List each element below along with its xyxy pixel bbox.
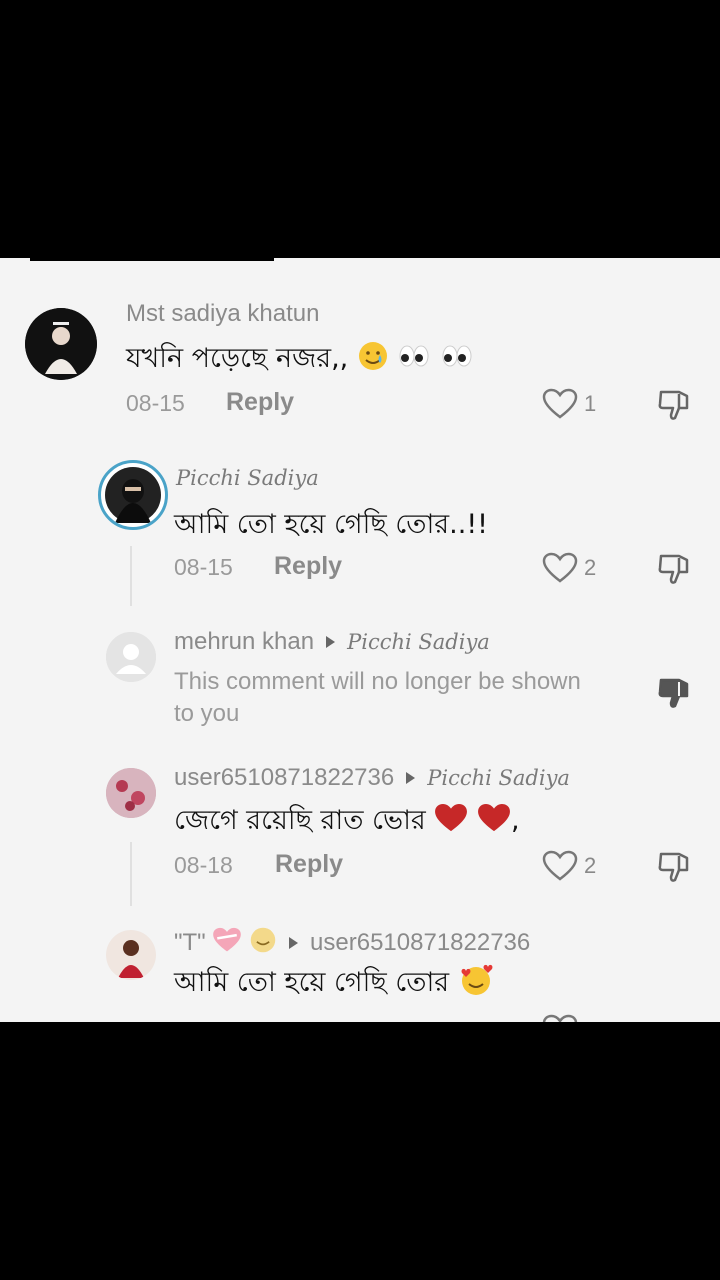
comment-text: আমি তো হয়ে গেছি তোর bbox=[174, 962, 494, 1007]
play-arrow-icon bbox=[289, 936, 299, 949]
thumbs-down-filled-icon[interactable] bbox=[657, 676, 693, 710]
comment-date: 08-15 bbox=[126, 390, 185, 416]
like-count: 1 bbox=[584, 391, 597, 416]
like-button[interactable]: 2 bbox=[542, 552, 596, 584]
reply-to-username[interactable]: Picchi Sadiya bbox=[347, 630, 490, 654]
heart-ribbon-emoji-icon bbox=[212, 927, 242, 960]
comment-text: যখনি পড়েছে নজর,, bbox=[126, 338, 474, 383]
avatar[interactable] bbox=[106, 768, 156, 818]
reply-button[interactable]: Reply bbox=[275, 850, 343, 879]
comment-date: 08-15 bbox=[174, 554, 233, 580]
play-arrow-icon bbox=[326, 635, 336, 648]
heart-outline-icon bbox=[542, 552, 578, 583]
like-count: 2 bbox=[584, 853, 597, 878]
play-arrow-icon bbox=[406, 771, 416, 784]
avatar[interactable] bbox=[25, 308, 97, 380]
reply-to-username[interactable]: Picchi Sadiya bbox=[427, 766, 570, 790]
red-heart-emoji-icon bbox=[477, 803, 511, 840]
thread-line bbox=[130, 546, 132, 606]
smiling-face-emoji-icon bbox=[249, 926, 277, 961]
smiling-face-with-hearts-emoji-icon bbox=[458, 963, 494, 1004]
red-heart-emoji-icon bbox=[434, 803, 468, 840]
comment-text: আমি তো হয়ে গেছি তোর..!! bbox=[174, 509, 488, 540]
comment-username[interactable]: Mst sadiya khatun bbox=[126, 300, 319, 328]
comment-username[interactable]: "T" user6510871822736 bbox=[174, 926, 530, 961]
thread-line bbox=[130, 842, 132, 906]
eyes-emoji-icon bbox=[397, 342, 431, 377]
thumbs-down-icon[interactable] bbox=[657, 552, 693, 586]
eyes-emoji-icon bbox=[440, 342, 474, 377]
avatar[interactable] bbox=[106, 632, 156, 682]
thumbs-down-icon[interactable] bbox=[657, 850, 693, 884]
comment-date: 08-18 bbox=[174, 852, 233, 878]
comment-username[interactable]: mehrun khan Picchi Sadiya bbox=[174, 628, 490, 656]
comment-username[interactable]: user6510871822736 Picchi Sadiya bbox=[174, 764, 570, 792]
like-button[interactable]: 2 bbox=[542, 850, 596, 882]
avatar[interactable] bbox=[98, 460, 168, 530]
heart-outline-icon[interactable] bbox=[542, 1014, 578, 1022]
comment-username[interactable]: Picchi Sadiya bbox=[176, 466, 319, 490]
heart-outline-icon bbox=[542, 388, 578, 419]
avatar[interactable] bbox=[106, 930, 156, 980]
heart-outline-icon bbox=[542, 850, 578, 881]
reply-to-username[interactable]: user6510871822736 bbox=[310, 929, 530, 956]
comment-text: জেগে রয়েছি রাত ভোর , bbox=[174, 800, 520, 845]
hidden-comment-notice: This comment will no longer be shown to … bbox=[174, 668, 581, 727]
comments-panel: Mst sadiya khatun যখনি পড়েছে নজর,, 08-1… bbox=[0, 258, 720, 1022]
reply-button[interactable]: Reply bbox=[274, 552, 342, 581]
reply-button[interactable]: Reply bbox=[226, 388, 294, 417]
tear-smile-emoji-icon bbox=[357, 340, 389, 379]
thumbs-down-icon[interactable] bbox=[657, 388, 693, 422]
divider bbox=[30, 258, 274, 261]
like-count: 2 bbox=[584, 555, 597, 580]
like-button[interactable]: 1 bbox=[542, 388, 596, 420]
